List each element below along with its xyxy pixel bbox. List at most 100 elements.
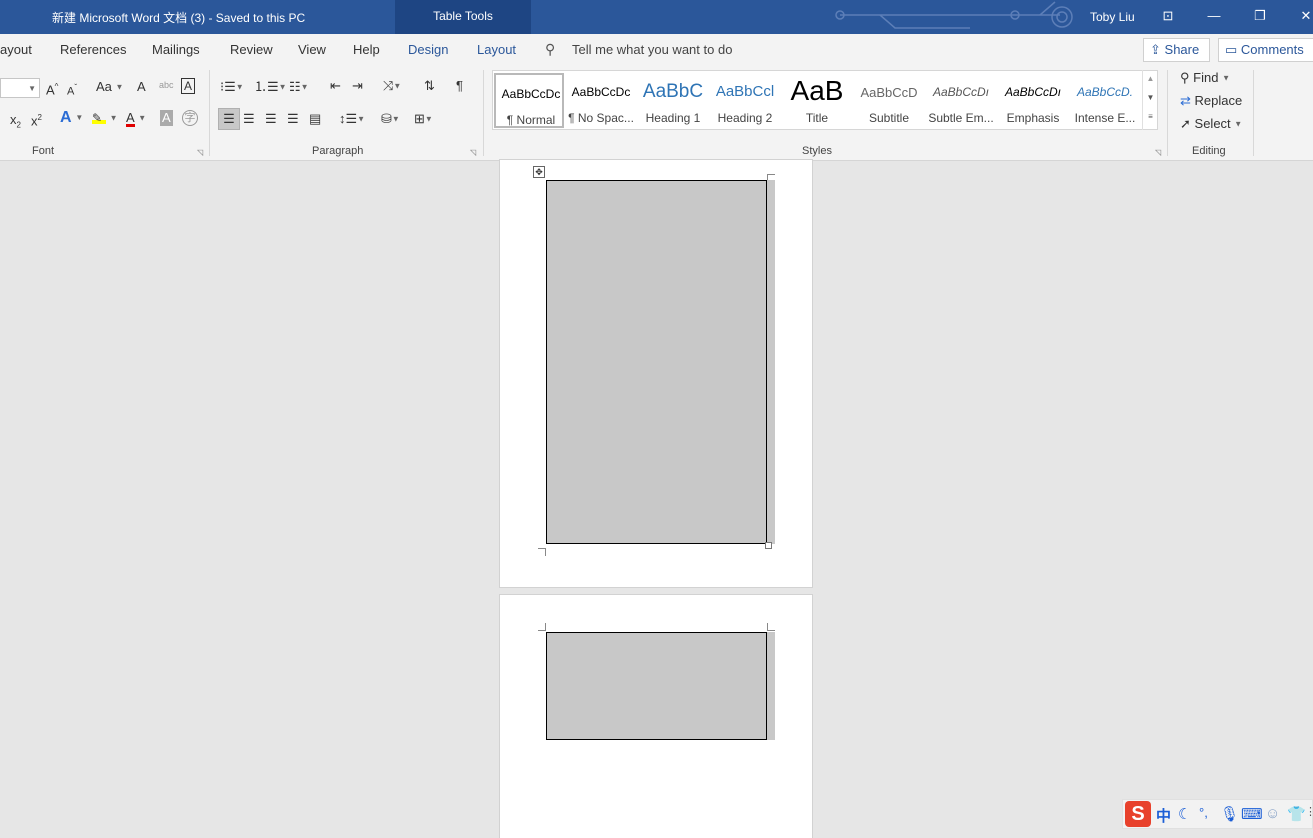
select-button[interactable]: ➚ Select ▼ [1180, 116, 1242, 133]
table-cell-shading [766, 180, 775, 544]
styles-dialog-launcher-icon[interactable]: ◹ [1155, 148, 1161, 157]
user-name[interactable]: Toby Liu [1090, 10, 1135, 24]
chinese-mode-indicator[interactable]: 中 [1156, 805, 1171, 826]
character-border-button[interactable]: A [181, 78, 196, 94]
tab-mailings[interactable]: Mailings [152, 42, 200, 57]
shrink-font-button[interactable]: Aˇ [67, 80, 77, 100]
bullet-list-icon: ⁝☰ [220, 79, 236, 94]
borders-icon: ⊞ [414, 111, 425, 126]
replace-button[interactable]: ⇄ Replace [1180, 93, 1242, 109]
tab-help[interactable]: Help [353, 42, 380, 57]
text-effects-button[interactable]: A ▼ [60, 110, 83, 126]
tab-review[interactable]: Review [230, 42, 273, 57]
tell-me-input[interactable]: Tell me what you want to do [572, 42, 732, 57]
grow-font-button[interactable]: A^ [46, 79, 58, 98]
borders-button[interactable]: ⊞▼ [414, 111, 433, 128]
align-left-button[interactable]: ☰ [218, 108, 240, 130]
close-button[interactable]: ✕ [1283, 0, 1313, 32]
style-subtitle[interactable]: AaBbCcD Subtitle [854, 73, 924, 128]
page-2[interactable] [499, 594, 813, 838]
crop-mark [538, 623, 546, 631]
increase-indent-button[interactable]: ⇥ [352, 78, 363, 94]
numbering-button[interactable]: ⒈☰▼ [254, 79, 287, 96]
clear-formatting-button[interactable]: A [137, 79, 146, 95]
table-cell[interactable] [546, 180, 767, 544]
sort-button[interactable]: ⇅ [424, 78, 435, 94]
moon-icon[interactable]: ☾ [1178, 805, 1191, 823]
find-button[interactable]: ⚲ Find ▼ [1180, 70, 1230, 87]
style-subtle-emphasis[interactable]: AaBbCcDı Subtle Em... [926, 73, 996, 128]
style-emphasis[interactable]: AaBbCcDı Emphasis [998, 73, 1068, 128]
tab-design[interactable]: Design [408, 42, 448, 57]
style-title[interactable]: AaB Title [782, 73, 852, 128]
show-hide-marks-button[interactable]: ¶ [456, 78, 463, 94]
table-move-handle-icon[interactable]: ✥ [533, 166, 545, 178]
align-right-button[interactable]: ☰ [265, 111, 277, 127]
sogou-logo-icon[interactable]: S [1125, 801, 1151, 827]
multilevel-list-button[interactable]: ☷▼ [289, 79, 309, 96]
center-button[interactable]: ☰ [243, 111, 255, 127]
tab-layout-page[interactable]: ayout [0, 42, 32, 57]
comments-button[interactable]: ▭ Comments [1218, 38, 1313, 62]
change-case-button[interactable]: Aa ▼ [96, 79, 123, 96]
font-group-label: Font [32, 145, 55, 157]
user-icon[interactable]: ☺ [1265, 805, 1280, 822]
comment-icon: ▭ [1225, 42, 1238, 57]
bullets-button[interactable]: ⁝☰▼ [220, 79, 244, 96]
enclose-characters-button[interactable]: 字 [182, 110, 198, 126]
style-no-spacing[interactable]: AaBbCcDc ¶ No Spac... [566, 73, 636, 128]
gallery-scroll-down-icon[interactable]: ▼ [1143, 88, 1158, 108]
subscript-button[interactable]: x2 [10, 112, 21, 134]
ribbon-display-options-button[interactable]: ⊡ [1145, 0, 1191, 32]
style-heading-2[interactable]: AaBbCcl Heading 2 [710, 73, 780, 128]
style-normal[interactable]: AaBbCcDc ¶ Normal [494, 73, 564, 128]
text-direction-icon: ⤨ [383, 78, 394, 93]
gallery-more-icon[interactable]: ≡ [1143, 108, 1158, 126]
replace-icon: ⇄ [1180, 93, 1191, 108]
share-button[interactable]: ⇪ Share [1143, 38, 1210, 62]
justify-icon: ☰ [287, 111, 299, 126]
document-area[interactable]: ✥ [0, 159, 1313, 838]
ribbon-display-icon: ⊡ [1162, 8, 1174, 23]
tab-view[interactable]: View [298, 42, 326, 57]
keyboard-icon[interactable]: ⌨ [1241, 805, 1263, 823]
style-intense-emphasis[interactable]: AaBbCcD. Intense E... [1070, 73, 1140, 128]
group-divider [483, 70, 484, 156]
font-color-icon: A [126, 110, 135, 127]
punctuation-icon[interactable]: °, [1199, 805, 1208, 820]
character-shading-button[interactable]: A [160, 110, 173, 126]
line-spacing-button[interactable]: ↕☰▼ [339, 111, 365, 128]
gallery-scroll-up-icon[interactable]: ▲ [1143, 70, 1158, 88]
styles-gallery: AaBbCcDc ¶ Normal AaBbCcDc ¶ No Spac... … [492, 70, 1158, 130]
minimize-button[interactable]: — [1191, 0, 1237, 32]
table-resize-handle-icon[interactable] [765, 542, 772, 549]
ribbon-tabs: ayout References Mailings Review View He… [0, 34, 1313, 66]
decrease-indent-button[interactable]: ⇤ [330, 78, 341, 94]
phonetic-guide-button[interactable]: abc [159, 77, 174, 93]
paragraph-dialog-launcher-icon[interactable]: ◹ [470, 148, 476, 157]
gallery-scrollbar[interactable]: ▲ ▼ ≡ [1142, 70, 1158, 130]
page-1[interactable]: ✥ [499, 159, 813, 588]
font-dialog-launcher-icon[interactable]: ◹ [197, 148, 203, 157]
distributed-button[interactable]: ▤ [309, 111, 321, 127]
skin-shirt-icon[interactable]: 👕 [1287, 805, 1306, 823]
highlight-color-button[interactable]: ✎ ▼ [92, 110, 118, 127]
shading-button[interactable]: ⛁▼ [381, 111, 400, 128]
font-color-button[interactable]: A ▼ [126, 110, 146, 127]
more-icon[interactable]: ⋮ [1305, 805, 1313, 818]
tab-table-layout[interactable]: Layout [477, 42, 516, 57]
crop-mark [767, 623, 775, 631]
restore-icon: ❐ [1254, 8, 1266, 23]
font-size-combobox[interactable]: ▼ [0, 78, 40, 98]
table-cell[interactable] [546, 632, 767, 740]
group-divider [1167, 70, 1168, 156]
ime-toolbar[interactable]: S 中 ☾ °, 🎙 ⌨ ☺ 👕 ⋮ [1122, 799, 1313, 829]
comments-label: Comments [1240, 42, 1304, 57]
restore-button[interactable]: ❐ [1237, 0, 1283, 32]
superscript-button[interactable]: x2 [31, 110, 42, 129]
style-heading-1[interactable]: AaBbC Heading 1 [638, 73, 708, 128]
text-direction-button[interactable]: ⤨▼ [383, 78, 401, 95]
justify-button[interactable]: ☰ [287, 111, 299, 127]
tab-references[interactable]: References [60, 42, 126, 57]
microphone-icon[interactable]: 🎙 [1220, 805, 1239, 823]
